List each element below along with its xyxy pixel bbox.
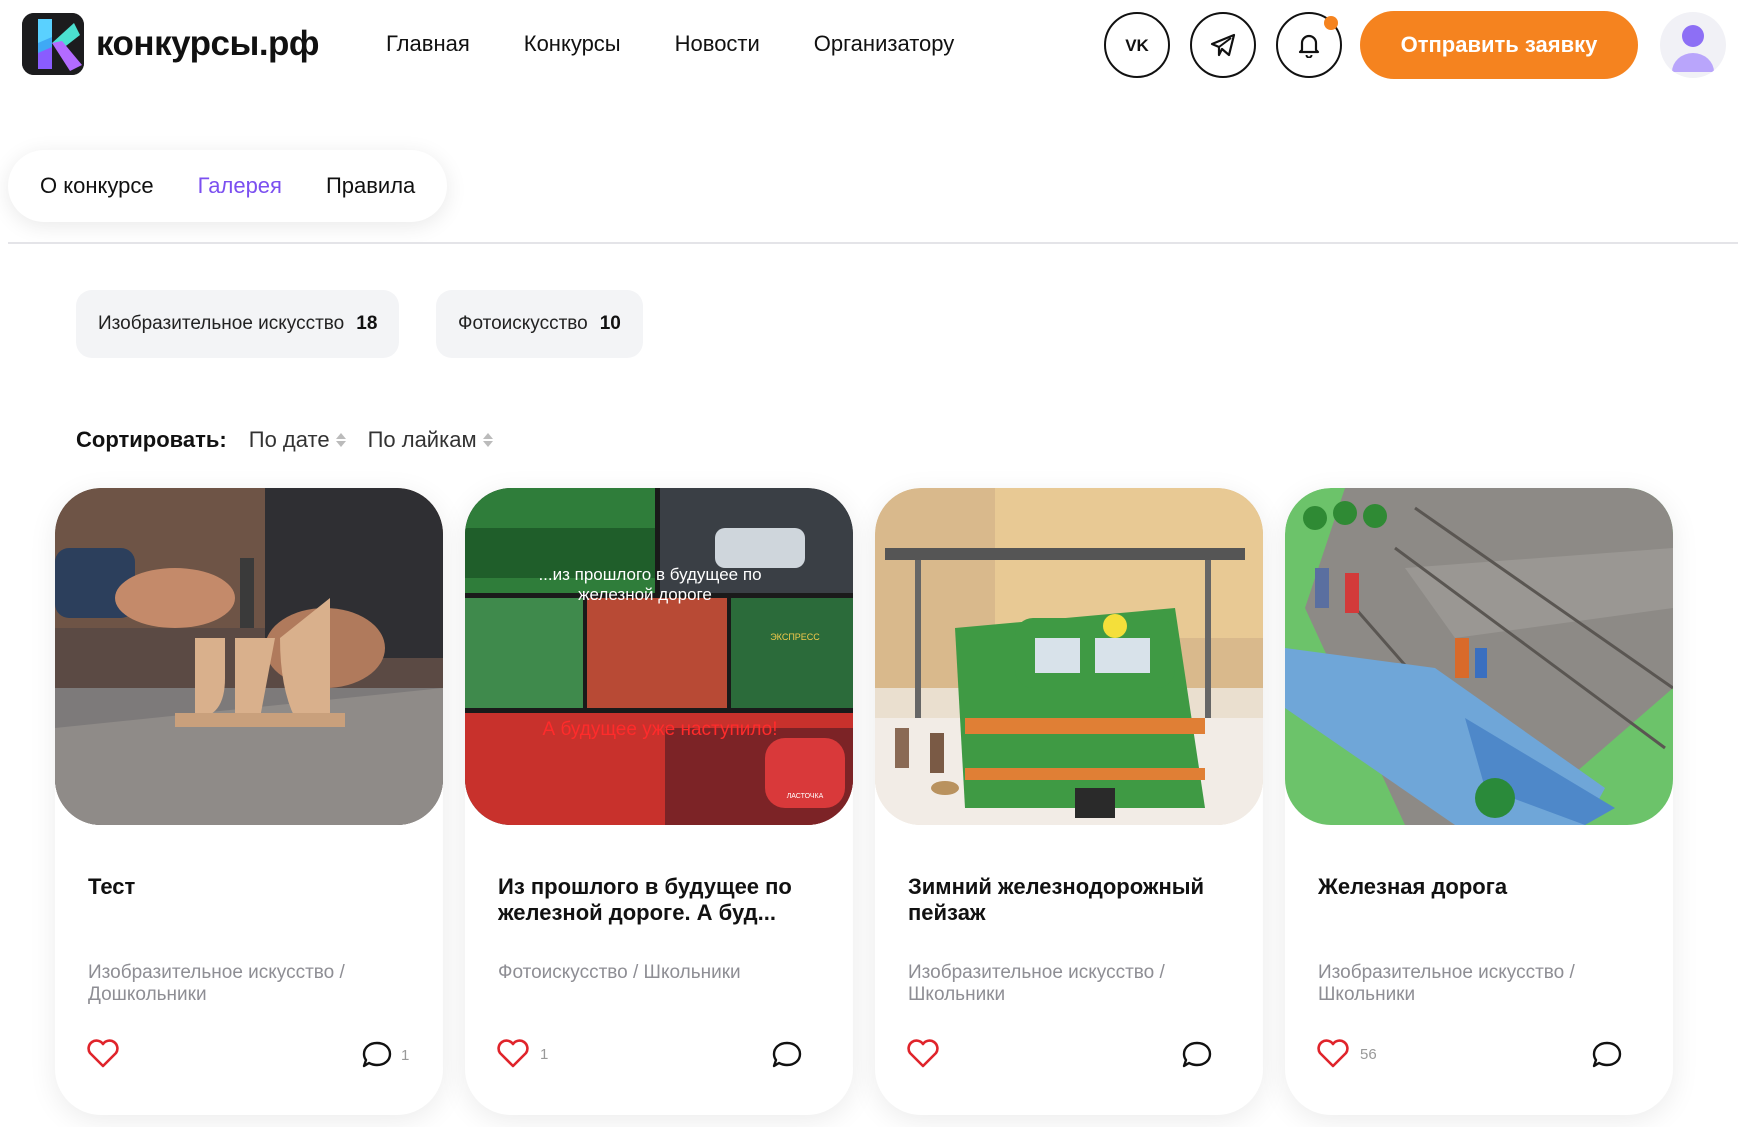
like-button[interactable] [906,1039,950,1069]
card-title[interactable]: Из прошлого в будущее по железной дороге… [498,874,828,926]
comment-button[interactable] [1181,1040,1221,1070]
tab-about[interactable]: О конкурсе [40,173,154,199]
user-avatar[interactable] [1660,12,1726,78]
site-header: конкурсы.рф Главная Конкурсы Новости Орг… [0,0,1738,90]
comment-icon [1182,1041,1212,1068]
filter-chip-count: 18 [356,313,378,334]
comment-icon [1592,1041,1622,1068]
notifications-button[interactable] [1276,12,1342,78]
comment-icon [362,1041,392,1068]
comment-icon [772,1041,802,1068]
user-icon [1672,25,1714,72]
tab-gallery[interactable]: Галерея [198,173,282,199]
comment-button[interactable] [771,1040,811,1070]
heart-icon [1317,1039,1349,1068]
filter-chip-count: 10 [599,313,621,334]
tab-rules[interactable]: Правила [326,173,415,199]
heart-icon [907,1039,939,1068]
like-button[interactable]: 56 [1316,1039,1377,1069]
nav-item-news[interactable]: Новости [675,31,760,57]
card-image[interactable] [1285,488,1673,825]
sort-arrows-icon [335,433,346,447]
main-nav: Главная Конкурсы Новости Организатору [386,31,954,57]
vk-icon: VK [1125,36,1149,55]
gallery-card[interactable]: Железная дорога Изобразительное искусств… [1285,488,1673,1115]
card-image-caption: ЛАСТОЧКА [787,793,824,800]
card-category: Изобразительное искусство / Дошкольники [88,962,345,1005]
sort-bar: Сортировать: По дате По лайкам [76,427,515,453]
card-category: Изобразительное искусство / Школьники [1318,962,1575,1005]
card-image[interactable]: ...из прошлого в будущее по железной дор… [465,488,853,825]
telegram-button[interactable] [1190,12,1256,78]
submit-application-button[interactable]: Отправить заявку [1360,11,1638,79]
sort-label: Сортировать: [76,427,227,452]
gallery-card[interactable]: Зимний железнодорожный пейзаж Изобразите… [875,488,1263,1115]
filter-chip-label: Фотоискусство [458,313,588,334]
card-image-caption: ЭКСПРЕСС [770,632,820,642]
gallery-card[interactable]: Тест Изобразительное искусство / Дошколь… [55,488,443,1115]
like-count: 1 [540,1045,549,1063]
comment-count: 1 [401,1046,410,1064]
comment-button[interactable] [1591,1040,1631,1070]
sort-option-label: По дате [248,427,330,452]
svg-text:VK: VK [1125,36,1149,55]
contest-tabs: О конкурсе Галерея Правила [8,150,448,222]
gallery-card[interactable]: ...из прошлого в будущее по железной дор… [465,488,853,1115]
like-count: 56 [1360,1045,1377,1063]
filter-chip-fine-art[interactable]: Изобразительное искусство 18 [76,290,400,358]
filter-chip-label: Изобразительное искусство [98,313,345,334]
sort-by-likes[interactable]: По лайкам [368,427,493,453]
nav-item-home[interactable]: Главная [386,31,470,57]
nav-item-organizer[interactable]: Организатору [814,31,954,57]
telegram-icon [1210,33,1236,57]
card-title[interactable]: Зимний железнодорожный пейзаж [908,874,1238,926]
card-image[interactable] [55,488,443,825]
nav-item-contests[interactable]: Конкурсы [524,31,621,57]
vk-button[interactable]: VK [1104,12,1170,78]
card-category: Изобразительное искусство / Школьники [908,962,1165,1005]
card-category: Фотоискусство / Школьники [498,962,741,983]
card-title[interactable]: Тест [88,874,418,900]
tabs-divider [8,242,1738,244]
logo-mark-icon [22,13,84,75]
sort-arrows-icon [482,433,493,447]
card-title[interactable]: Железная дорога [1318,874,1648,900]
filter-chip-photo-art[interactable]: Фотоискусство 10 [436,290,643,358]
heart-icon [497,1039,529,1068]
card-image[interactable] [875,488,1263,825]
card-image-caption: А будущее уже наступило! [543,719,778,740]
bell-icon [1298,34,1320,58]
sort-option-label: По лайкам [367,427,477,452]
card-image-caption: ...из прошлого в будущее по [538,565,761,584]
comment-button[interactable]: 1 [361,1040,409,1070]
logo-text: конкурсы.рф [96,24,320,63]
like-button[interactable] [86,1039,130,1069]
card-image-caption: железной дороге [578,585,712,604]
like-button[interactable]: 1 [496,1039,548,1069]
notification-dot [1324,16,1338,30]
sort-by-date[interactable]: По дате [249,427,346,453]
heart-icon [87,1039,119,1068]
site-logo[interactable]: конкурсы.рф [22,13,320,75]
